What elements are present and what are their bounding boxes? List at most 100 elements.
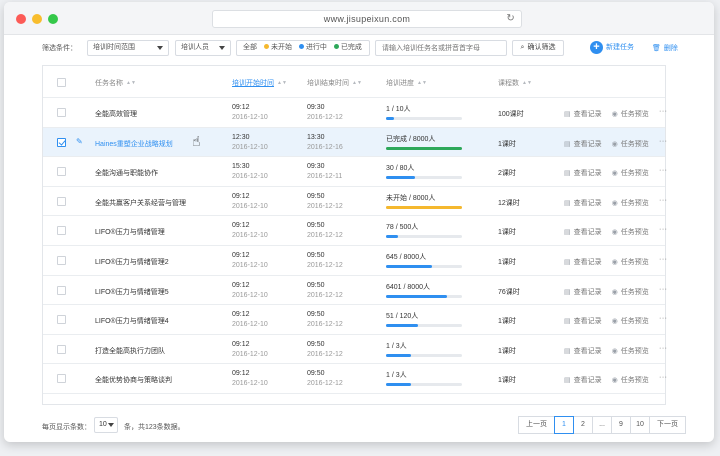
col-progress[interactable]: 培训进度 ▲▼ [386, 78, 427, 88]
table-row[interactable]: 全能沟通与职能协作 15:30 2016-12-10 09:30 2016-12-11 3… [43, 157, 668, 187]
prev-page-button[interactable]: 上一页 [518, 416, 555, 434]
task-name[interactable]: LIFO®压力与情绪管理 [95, 227, 165, 237]
task-name[interactable]: 全能共赢客户关系经营与管理 [95, 198, 186, 208]
more-icon[interactable]: ··· [659, 167, 668, 174]
row-checkbox[interactable] [57, 374, 66, 384]
eye-icon: ◉ [611, 377, 618, 385]
status-not-started[interactable]: 未开始 [263, 44, 292, 51]
page-button[interactable]: 1 [554, 416, 574, 434]
view-record-link[interactable]: ▤ 查看记录 [564, 377, 602, 384]
delete-button[interactable]: 🗑 删除 [652, 42, 678, 56]
row-checkbox[interactable] [57, 285, 66, 295]
task-name[interactable]: 全能优势协商与策略谈判 [95, 375, 172, 385]
table-row[interactable]: 全能优势协商与策略谈判 09:12 2016-12-10 09:50 2016-12-1… [43, 364, 668, 394]
table-header: 任务名称 ▲▼ 培训开始时间 ▲▼ 培训结束时间 ▲▼ 培训进度 ▲▼ 课程数 ▲▼ [43, 66, 665, 98]
start-time: 09:12 2016-12-10 [232, 104, 268, 121]
table-row[interactable]: LIFO®压力与情绪管理 09:12 2016-12-10 09:50 2016-12-… [43, 216, 668, 246]
trainer-select[interactable]: 培训人员 [175, 40, 231, 56]
table-row[interactable]: LIFO®压力与情绪管理4 09:12 2016-12-10 09:50 2016-12… [43, 305, 668, 335]
view-record-link[interactable]: ▤ 查看记录 [564, 348, 602, 355]
progress-bar [386, 383, 462, 387]
task-name[interactable]: LIFO®压力与情绪管理5 [95, 287, 169, 297]
preview-link[interactable]: ◉ 任务预览 [612, 348, 649, 355]
view-record-link[interactable]: ▤ 查看记录 [564, 170, 602, 177]
preview-link[interactable]: ◉ 任务预览 [612, 318, 649, 325]
view-record-link[interactable]: ▤ 查看记录 [564, 111, 602, 118]
course-hours: 1课时 [498, 377, 516, 385]
new-task-button[interactable]: + 新建任务 [590, 41, 634, 55]
task-name[interactable]: 打造全能高执行力团队 [95, 346, 165, 356]
more-icon[interactable]: ··· [659, 315, 668, 322]
status-all[interactable]: 全部 [243, 44, 257, 51]
task-name[interactable]: 全能沟通与职能协作 [95, 168, 158, 178]
table-row[interactable]: LIFO®压力与情绪管理5 09:12 2016-12-10 09:50 2016-12… [43, 276, 668, 306]
more-icon[interactable]: ··· [659, 374, 668, 381]
page-size-select[interactable]: 10 [94, 417, 118, 433]
more-icon[interactable]: ··· [659, 345, 668, 352]
table-row[interactable]: 打造全能高执行力团队 09:12 2016-12-10 09:50 2016-12-12… [43, 335, 668, 365]
row-checkbox[interactable] [57, 137, 66, 147]
status-in-progress[interactable]: 进行中 [298, 44, 327, 51]
confirm-filter-button[interactable]: ⌕ 确认筛选 [512, 40, 564, 56]
row-checkbox[interactable] [57, 315, 66, 325]
select-all-checkbox[interactable] [57, 78, 66, 87]
minimize-window-button[interactable] [32, 14, 42, 24]
col-hours[interactable]: 课程数 ▲▼ [498, 78, 532, 88]
address-bar[interactable]: www.jisupeixun.com ↻ [212, 10, 522, 28]
reload-icon[interactable]: ↻ [506, 11, 515, 27]
more-icon[interactable]: ··· [659, 286, 668, 293]
more-icon[interactable]: ··· [659, 256, 668, 263]
task-name[interactable]: LIFO®压力与情绪管理2 [95, 257, 169, 267]
view-record-link[interactable]: ▤ 查看记录 [564, 229, 602, 236]
task-name[interactable]: LIFO®压力与情绪管理4 [95, 316, 169, 326]
more-icon[interactable]: ··· [659, 226, 668, 233]
preview-link[interactable]: ◉ 任务预览 [612, 259, 649, 266]
row-checkbox[interactable] [57, 167, 66, 177]
preview-link[interactable]: ◉ 任务预览 [612, 111, 649, 118]
row-checkbox[interactable] [57, 255, 66, 265]
course-hours: 1课时 [498, 140, 516, 148]
preview-link[interactable]: ◉ 任务预览 [612, 200, 649, 207]
next-page-button[interactable]: 下一页 [649, 416, 686, 434]
view-record-link[interactable]: ▤ 查看记录 [564, 141, 602, 148]
table-row[interactable]: ✎ Haines重塑企业战略规划 ☝ 12:30 2016-12-10 13:30 2016… [43, 127, 668, 158]
page-button[interactable]: 10 [630, 416, 650, 434]
table-row[interactable]: 全能高效管理 09:12 2016-12-10 09:30 2016-12-12 1 / … [43, 98, 668, 128]
view-record-link[interactable]: ▤ 查看记录 [564, 289, 602, 296]
time-range-select[interactable]: 培训时间范围 [87, 40, 169, 56]
preview-link[interactable]: ◉ 任务预览 [612, 229, 649, 236]
progress: 1 / 3人 [386, 370, 462, 387]
col-name[interactable]: 任务名称 ▲▼ [95, 78, 136, 88]
progress-bar [386, 176, 462, 180]
col-start[interactable]: 培训开始时间 ▲▼ [232, 78, 287, 88]
table-row[interactable]: 全能共赢客户关系经营与管理 09:12 2016-12-10 09:50 2016-12… [43, 187, 668, 217]
preview-link[interactable]: ◉ 任务预览 [612, 141, 649, 148]
search-input[interactable] [375, 40, 507, 56]
task-name[interactable]: 全能高效管理 [95, 109, 137, 119]
preview-link[interactable]: ◉ 任务预览 [612, 289, 649, 296]
view-record-link[interactable]: ▤ 查看记录 [564, 318, 602, 325]
row-checkbox[interactable] [57, 344, 66, 354]
course-hours: 76课时 [498, 288, 520, 296]
more-icon[interactable]: ··· [659, 197, 668, 204]
preview-link[interactable]: ◉ 任务预览 [612, 170, 649, 177]
more-icon[interactable]: ··· [659, 138, 668, 145]
row-checkbox[interactable] [57, 226, 66, 236]
page-button[interactable]: 2 [573, 416, 593, 434]
preview-link[interactable]: ◉ 任务预览 [612, 377, 649, 384]
task-name[interactable]: Haines重塑企业战略规划 [95, 139, 173, 149]
view-record-link[interactable]: ▤ 查看记录 [564, 200, 602, 207]
status-done[interactable]: 已完成 [333, 44, 362, 51]
close-window-button[interactable] [16, 14, 26, 24]
table-row[interactable]: LIFO®压力与情绪管理2 09:12 2016-12-10 09:50 2016-12… [43, 246, 668, 276]
page-button[interactable]: 9 [611, 416, 631, 434]
edit-icon[interactable]: ✎ [76, 137, 83, 146]
row-checkbox[interactable] [57, 108, 66, 117]
page-button[interactable]: ... [592, 416, 612, 434]
maximize-window-button[interactable] [48, 14, 58, 24]
view-record-link[interactable]: ▤ 查看记录 [564, 259, 602, 266]
row-checkbox[interactable] [57, 196, 66, 206]
document-icon: ▤ [564, 377, 571, 385]
more-icon[interactable]: ··· [659, 108, 668, 115]
col-end[interactable]: 培训结束时间 ▲▼ [307, 78, 362, 88]
